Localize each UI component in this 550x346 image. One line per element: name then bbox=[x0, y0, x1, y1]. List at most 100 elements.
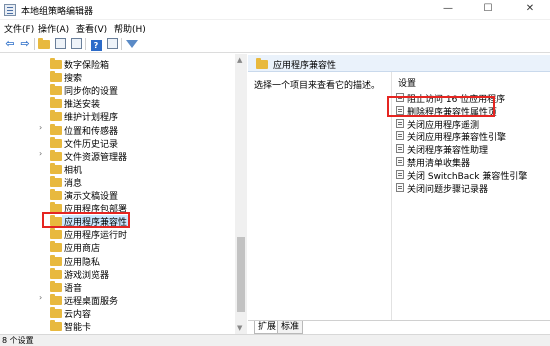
tree-item[interactable]: 相机 bbox=[0, 162, 235, 176]
menu-file[interactable]: 文件(F) bbox=[4, 22, 34, 35]
setting-row[interactable]: 关闭 SwitchBack 兼容性引擎 bbox=[396, 168, 550, 182]
menu-view[interactable]: 查看(V) bbox=[76, 22, 107, 35]
chevron-right-icon[interactable]: › bbox=[39, 123, 42, 132]
setting-row[interactable]: 关闭问题步骤记录器 bbox=[396, 181, 550, 195]
setting-row[interactable]: 关闭程序兼容性助理 bbox=[396, 142, 550, 156]
tree-item[interactable]: › 位置和传感器 bbox=[0, 123, 235, 137]
tree-item-label: 应用程序运行时 bbox=[64, 231, 128, 242]
show-hide-tree-icon[interactable] bbox=[53, 37, 67, 51]
right-pane-title: 应用程序兼容性 bbox=[273, 61, 337, 71]
tree-item[interactable]: 智能卡 bbox=[0, 319, 235, 333]
chevron-right-icon[interactable]: › bbox=[39, 293, 42, 302]
policy-setting-icon bbox=[396, 144, 404, 154]
tree-item[interactable]: 推送安装 bbox=[0, 96, 235, 111]
tree-item-label: 文件历史记录 bbox=[64, 139, 119, 150]
menu-bar: 文件(F) 操作(A) 查看(V) 帮助(H) bbox=[0, 20, 550, 36]
tree-item[interactable]: 游戏浏览器 bbox=[0, 267, 235, 281]
tree-item[interactable]: 同步你的设置 bbox=[0, 83, 235, 98]
toolbar-separator bbox=[121, 38, 122, 50]
highlight-box-tree bbox=[42, 212, 130, 228]
folder-icon bbox=[50, 110, 62, 122]
folder-icon bbox=[50, 228, 62, 240]
folder-icon bbox=[50, 84, 62, 96]
tree-item-label: 数字保险箱 bbox=[64, 61, 110, 71]
tree-item-label: 应用隐私 bbox=[64, 257, 101, 268]
folder-icon bbox=[50, 149, 62, 161]
filter-icon[interactable] bbox=[125, 37, 139, 51]
tree-item[interactable]: 应用隐私 bbox=[0, 254, 235, 268]
policy-setting-icon bbox=[396, 169, 404, 179]
setting-row[interactable]: 关闭应用程序遥测 bbox=[396, 117, 550, 131]
tree-item-label: 相机 bbox=[64, 165, 83, 176]
tree-item[interactable]: 应用商店 bbox=[0, 240, 235, 255]
back-arrow-icon[interactable]: ⇦ bbox=[3, 37, 17, 51]
export-list-icon[interactable] bbox=[69, 37, 83, 51]
tree-item[interactable]: 消息 bbox=[0, 175, 235, 189]
tree-item[interactable]: 语音 bbox=[0, 280, 235, 294]
policy-setting-icon bbox=[396, 131, 404, 141]
tree-item-label: 应用商店 bbox=[64, 244, 101, 255]
view-tabs: 扩展 标准 bbox=[248, 320, 550, 334]
menu-action[interactable]: 操作(A) bbox=[38, 22, 69, 35]
tree-item-label: 推送安装 bbox=[64, 100, 101, 111]
window-title: 本地组策略编辑器 bbox=[21, 7, 94, 17]
tree-item-label: 位置和传感器 bbox=[64, 126, 119, 137]
tree-item[interactable]: 搜索 bbox=[0, 70, 235, 85]
tree-item-label: 演示文稿设置 bbox=[64, 192, 119, 202]
chevron-right-icon[interactable]: › bbox=[39, 149, 42, 158]
tree-scrollbar[interactable]: ▲ ▼ bbox=[235, 54, 247, 334]
tree-item-label: 语音 bbox=[64, 283, 83, 294]
tree-item-label: 同步你的设置 bbox=[64, 87, 119, 98]
policy-setting-icon bbox=[396, 182, 404, 192]
folder-icon bbox=[50, 306, 62, 318]
close-button[interactable]: ✕ bbox=[510, 0, 550, 20]
folder-icon bbox=[50, 293, 62, 305]
folder-icon bbox=[50, 71, 62, 83]
title-bar: 本地组策略编辑器 — ☐ ✕ bbox=[0, 0, 550, 20]
help-icon[interactable]: ? bbox=[89, 37, 103, 51]
tree-item-label: 消息 bbox=[64, 178, 83, 189]
properties-icon[interactable] bbox=[105, 37, 119, 51]
tree-item[interactable]: 文件历史记录 bbox=[0, 136, 235, 150]
policy-editor-app-icon bbox=[4, 4, 16, 16]
tree-item[interactable]: 云内容 bbox=[0, 306, 235, 320]
tree-item[interactable]: › 文件资源管理器 bbox=[0, 149, 235, 163]
folder-icon bbox=[50, 254, 62, 266]
tree-item[interactable]: 维护计划程序 bbox=[0, 109, 235, 123]
policy-tree-pane: 数字保险箱 搜索 同步你的设置 推送安装 维护计划程序 › 位置和传感器 文件历史记录 › 文件资… bbox=[0, 54, 247, 334]
minimize-button[interactable]: — bbox=[428, 0, 468, 20]
folder-icon bbox=[50, 58, 62, 69]
tree-item[interactable]: › 远程桌面服务 bbox=[0, 293, 235, 307]
right-pane-header: 应用程序兼容性 bbox=[248, 55, 550, 72]
policy-setting-icon bbox=[396, 157, 404, 166]
menu-help[interactable]: 帮助(H) bbox=[114, 22, 146, 35]
status-text: 8 个设置 bbox=[2, 336, 34, 345]
tree-item[interactable]: 演示文稿设置 bbox=[0, 188, 235, 202]
scrollbar-thumb[interactable] bbox=[237, 237, 245, 312]
status-bar: 8 个设置 bbox=[0, 334, 550, 346]
tree-item-label: 搜索 bbox=[64, 74, 83, 85]
scroll-up-icon[interactable]: ▲ bbox=[237, 56, 242, 64]
setting-row[interactable]: 关闭应用程序兼容性引擎 bbox=[396, 129, 550, 143]
maximize-button[interactable]: ☐ bbox=[468, 0, 508, 20]
toolbar-separator bbox=[34, 38, 35, 50]
tree-item[interactable]: 数字保险箱 bbox=[0, 57, 235, 71]
folder-icon bbox=[50, 241, 62, 253]
tree-item-label: 智能卡 bbox=[64, 323, 92, 333]
folder-icon bbox=[256, 58, 268, 69]
up-folder-icon[interactable] bbox=[37, 37, 51, 51]
tree-item-label: 云内容 bbox=[64, 309, 92, 320]
setting-label: 关闭问题步骤记录器 bbox=[407, 184, 489, 195]
folder-icon bbox=[50, 320, 62, 331]
settings-column-header[interactable]: 设置 bbox=[398, 76, 416, 89]
folder-icon bbox=[50, 189, 62, 200]
policy-setting-icon bbox=[396, 118, 404, 128]
folder-icon bbox=[50, 175, 62, 187]
scroll-down-icon[interactable]: ▼ bbox=[237, 324, 242, 332]
setting-row[interactable]: 禁用清单收集器 bbox=[396, 155, 550, 169]
forward-arrow-icon[interactable]: ⇨ bbox=[18, 37, 32, 51]
tab-standard[interactable]: 标准 bbox=[277, 321, 304, 334]
tree-item[interactable]: 应用程序运行时 bbox=[0, 227, 235, 242]
folder-icon bbox=[50, 123, 62, 135]
toolbar: ⇦ ⇨ ? bbox=[0, 36, 550, 53]
